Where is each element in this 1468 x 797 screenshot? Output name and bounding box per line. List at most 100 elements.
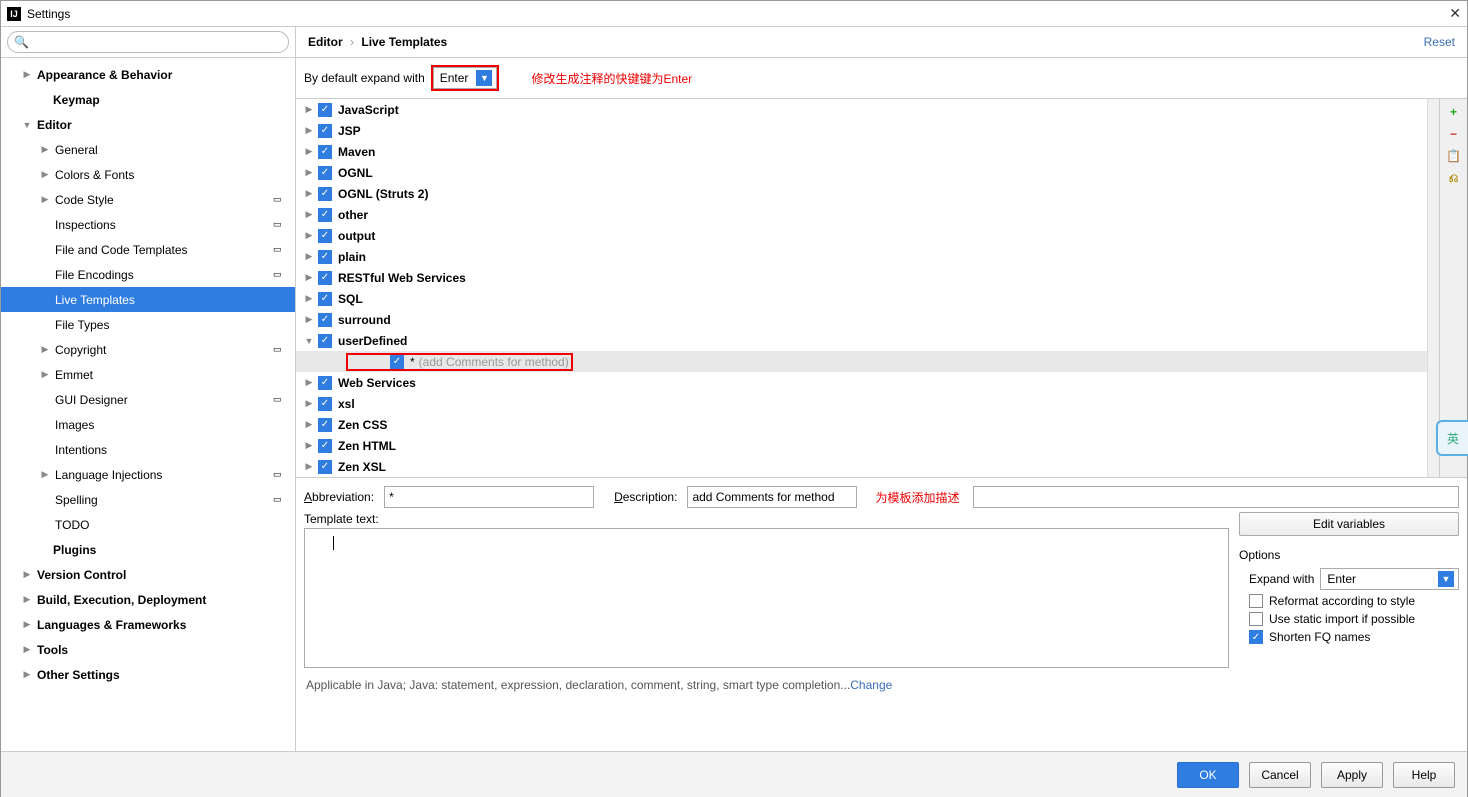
tree-item[interactable]: ▶✓JSP [296,120,1427,141]
tree-item[interactable]: ✓*(add Comments for method) [296,351,1427,372]
checkbox[interactable]: ✓ [318,460,332,474]
sidebar-item[interactable]: ▶Languages & Frameworks [1,612,295,637]
static-row[interactable]: Use static import if possible [1249,612,1459,626]
tree-item[interactable]: ▶✓Maven [296,141,1427,162]
checkbox[interactable]: ✓ [318,145,332,159]
expand-dropdown[interactable]: Enter ▼ [433,67,498,89]
sidebar-item[interactable]: ▶Emmet [1,362,295,387]
sidebar-item[interactable]: ▶Inspections▭ [1,212,295,237]
tree-item[interactable]: ▶✓Zen XSL [296,456,1427,477]
tree-item[interactable]: ▶✓Web Services [296,372,1427,393]
checkbox[interactable]: ✓ [318,103,332,117]
sidebar-item[interactable]: ▶Images [1,412,295,437]
tree-item[interactable]: ▶✓OGNL [296,162,1427,183]
tree-item[interactable]: ▶✓OGNL (Struts 2) [296,183,1427,204]
checkbox[interactable]: ✓ [318,271,332,285]
abbreviation-input[interactable] [384,486,594,508]
tree-item[interactable]: ▶✓plain [296,246,1427,267]
tree-item[interactable]: ▶✓Zen HTML [296,435,1427,456]
shorten-row[interactable]: ✓ Shorten FQ names [1249,630,1459,644]
sidebar-item[interactable]: ▶Copyright▭ [1,337,295,362]
checkbox[interactable]: ✓ [318,397,332,411]
chevron-icon: ▶ [304,188,314,199]
checkbox[interactable]: ✓ [390,355,404,369]
template-text-input[interactable] [304,528,1229,668]
ok-button[interactable]: OK [1177,762,1239,788]
checkbox[interactable]: ✓ [318,187,332,201]
sidebar-item[interactable]: ▶File Types [1,312,295,337]
checkbox[interactable]: ✓ [318,229,332,243]
tree-item[interactable]: ▶✓surround [296,309,1427,330]
cancel-button[interactable]: Cancel [1249,762,1311,788]
chevron-icon: ▶ [304,209,314,220]
checkbox[interactable]: ✓ [318,418,332,432]
checkbox-static[interactable] [1249,612,1263,626]
sidebar-item[interactable]: ▶File Encodings▭ [1,262,295,287]
description-input[interactable] [687,486,857,508]
tree-item-label: Web Services [338,376,416,390]
tree-item-label: SQL [338,292,363,306]
sidebar-item-label: TODO [55,518,89,532]
tree-item[interactable]: ▶✓JavaScript [296,99,1427,120]
reformat-row[interactable]: Reformat according to style [1249,594,1459,608]
sidebar-item[interactable]: ▶Live Templates [1,287,295,312]
apply-button[interactable]: Apply [1321,762,1383,788]
sidebar-item[interactable]: ▶Colors & Fonts [1,162,295,187]
sidebar-item[interactable]: ▶Spelling▭ [1,487,295,512]
scrollbar[interactable] [1427,99,1439,477]
expand-highlight: Enter ▼ [431,65,500,91]
sidebar-item[interactable]: ▶Code Style▭ [1,187,295,212]
sidebar-item[interactable]: ▶Other Settings [1,662,295,687]
sidebar-item-label: Colors & Fonts [55,168,134,182]
checkbox[interactable]: ✓ [318,313,332,327]
tree-item[interactable]: ▶✓xsl [296,393,1427,414]
restore-icon[interactable]: ⎌ [1447,171,1461,185]
edit-variables-button[interactable]: Edit variables [1239,512,1459,536]
tree-item[interactable]: ▶✓other [296,204,1427,225]
sidebar-item[interactable]: ▶TODO [1,512,295,537]
expand-with-dropdown[interactable]: Enter ▼ [1320,568,1459,590]
checkbox[interactable]: ✓ [318,166,332,180]
copy-icon[interactable]: 📋 [1447,149,1461,163]
checkbox-shorten[interactable]: ✓ [1249,630,1263,644]
sidebar-item[interactable]: ▼Editor [1,112,295,137]
chevron-icon: ▶ [39,369,51,380]
sidebar-item[interactable]: ▶GUI Designer▭ [1,387,295,412]
close-icon[interactable]: ✕ [1449,5,1461,22]
chevron-icon: ▶ [304,461,314,472]
reset-link[interactable]: Reset [1424,35,1455,49]
change-link[interactable]: Change [850,678,892,692]
checkbox[interactable]: ✓ [318,250,332,264]
checkbox[interactable]: ✓ [318,208,332,222]
checkbox-reformat[interactable] [1249,594,1263,608]
breadcrumb-editor[interactable]: Editor [308,35,343,49]
tree-item[interactable]: ▼✓userDefined [296,330,1427,351]
sidebar-item[interactable]: ▶Language Injections▭ [1,462,295,487]
checkbox[interactable]: ✓ [318,439,332,453]
help-button[interactable]: Help [1393,762,1455,788]
tree-item[interactable]: ▶✓SQL [296,288,1427,309]
ime-indicator[interactable]: 英 [1436,420,1468,456]
checkbox[interactable]: ✓ [318,334,332,348]
sidebar-item[interactable]: ▶Appearance & Behavior [1,62,295,87]
add-icon[interactable]: + [1447,105,1461,119]
tree-item-label: plain [338,250,366,264]
checkbox[interactable]: ✓ [318,292,332,306]
sidebar-item[interactable]: ▶General [1,137,295,162]
sidebar-item[interactable]: ▶Intentions [1,437,295,462]
sidebar-item[interactable]: ▶Plugins [1,537,295,562]
sidebar-item[interactable]: ▶Version Control [1,562,295,587]
tree-item[interactable]: ▶✓output [296,225,1427,246]
sidebar-item[interactable]: ▶Tools [1,637,295,662]
description-input-ext[interactable] [973,486,1459,508]
tree-item[interactable]: ▶✓Zen CSS [296,414,1427,435]
remove-icon[interactable]: − [1447,127,1461,141]
search-input[interactable]: 🔍 [7,31,289,53]
checkbox[interactable]: ✓ [318,124,332,138]
tree-item[interactable]: ▶✓RESTful Web Services [296,267,1427,288]
sidebar-item[interactable]: ▶Build, Execution, Deployment [1,587,295,612]
sidebar-item[interactable]: ▶File and Code Templates▭ [1,237,295,262]
sidebar-item[interactable]: ▶Keymap [1,87,295,112]
sidebar-item-label: Language Injections [55,468,162,482]
checkbox[interactable]: ✓ [318,376,332,390]
